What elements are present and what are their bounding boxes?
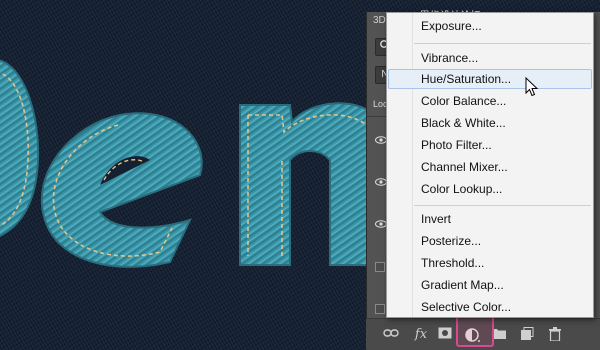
menu-item-photo-filter[interactable]: Photo Filter... xyxy=(388,135,592,155)
layer-checkbox[interactable] xyxy=(375,262,385,272)
menu-item-color-balance[interactable]: Color Balance... xyxy=(388,91,592,111)
menu-item-hue-saturation[interactable]: Hue/Saturation... xyxy=(388,69,592,89)
fx-icon[interactable]: fx xyxy=(412,327,430,343)
menu-separator xyxy=(414,205,591,206)
menu-item-threshold[interactable]: Threshold... xyxy=(388,253,592,273)
adjustment-layer-menu: Exposure... Vibrance... Hue/Saturation..… xyxy=(386,12,594,318)
menu-separator xyxy=(414,43,591,44)
menu-item-posterize[interactable]: Posterize... xyxy=(388,231,592,251)
new-layer-icon[interactable] xyxy=(518,327,536,343)
menu-item-selective-color[interactable]: Selective Color... xyxy=(388,297,592,317)
layer-checkbox[interactable] xyxy=(375,304,385,314)
menu-item-gradient-map[interactable]: Gradient Map... xyxy=(388,275,592,295)
trash-icon[interactable] xyxy=(546,327,564,343)
letter-n xyxy=(239,102,381,266)
menu-item-black-white[interactable]: Black & White... xyxy=(388,113,592,133)
letter-d-partial xyxy=(0,59,40,237)
menu-item-color-lookup[interactable]: Color Lookup... xyxy=(388,179,592,199)
mask-icon[interactable] xyxy=(436,327,454,343)
letter-e xyxy=(40,112,203,268)
link-icon[interactable] xyxy=(382,327,400,343)
menu-item-channel-mixer[interactable]: Channel Mixer... xyxy=(388,157,592,177)
panel-tab-3d[interactable]: 3D xyxy=(373,15,386,26)
adjustment-button-highlight xyxy=(456,316,494,347)
menu-item-exposure[interactable]: Exposure... xyxy=(388,16,592,36)
mouse-cursor-icon xyxy=(525,77,539,97)
menu-item-invert[interactable]: Invert xyxy=(388,209,592,229)
menu-item-vibrance[interactable]: Vibrance... xyxy=(388,48,592,68)
